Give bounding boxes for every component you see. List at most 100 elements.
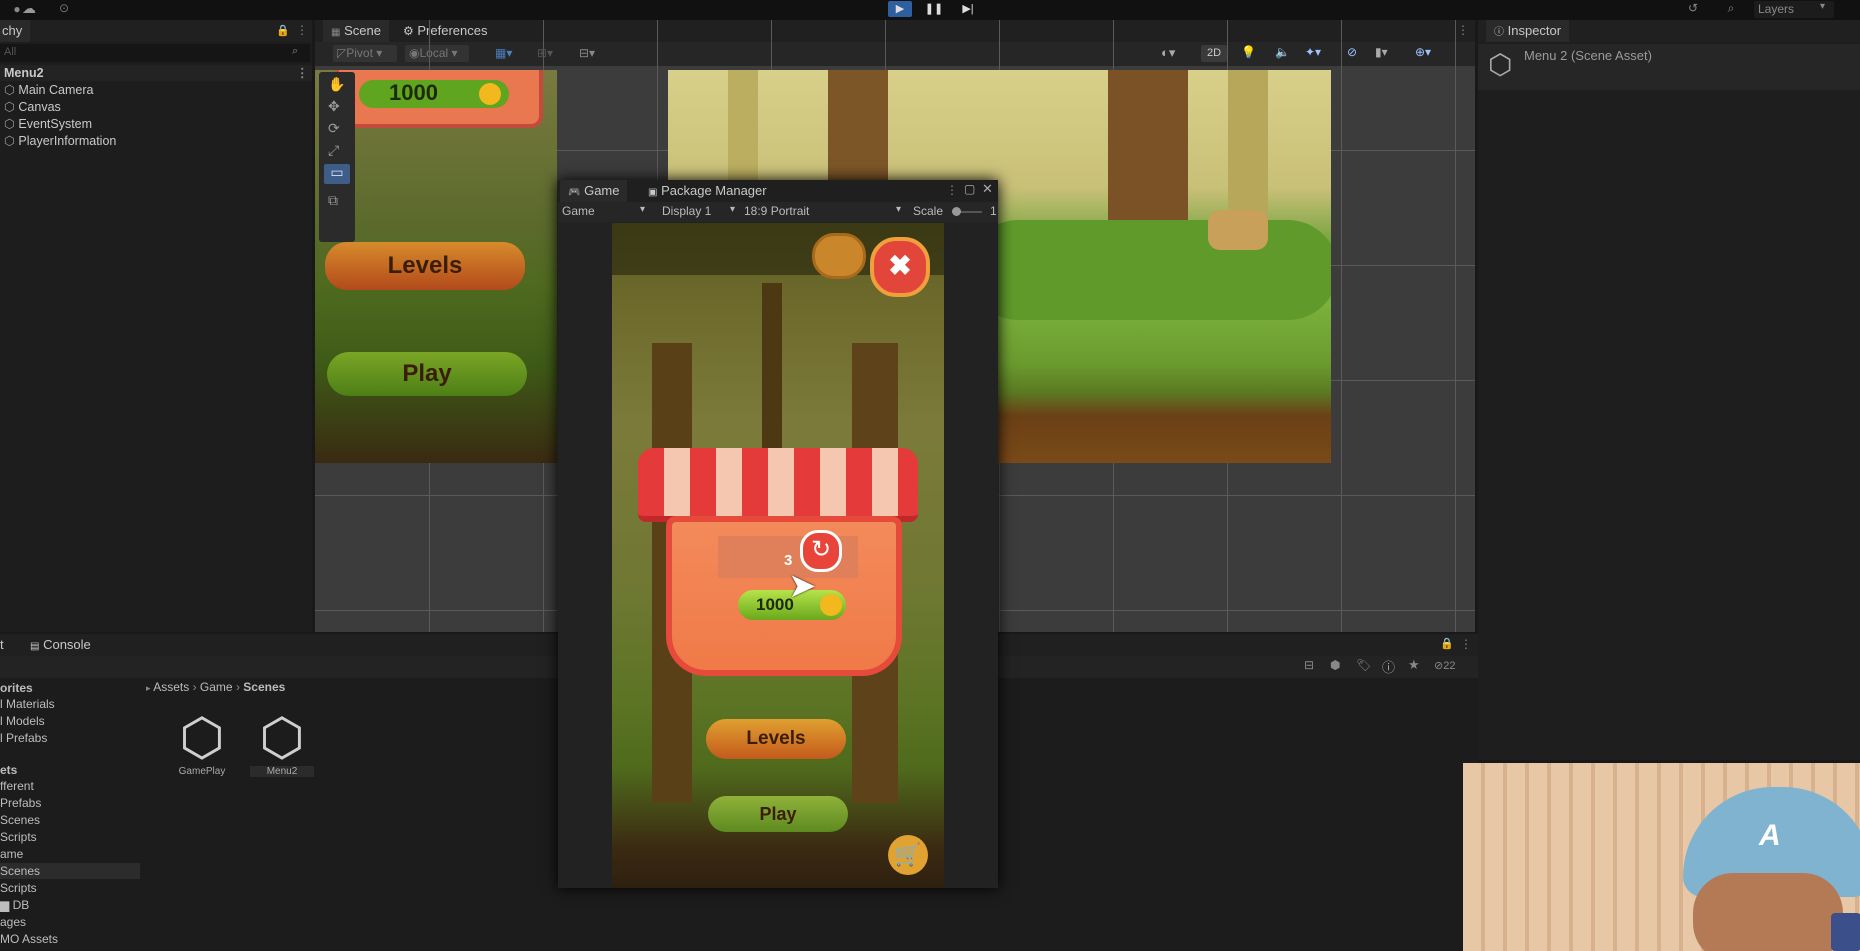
effects-icon[interactable]: ✦▾ (1305, 45, 1321, 59)
breadcrumb-item[interactable]: Scenes (243, 680, 285, 694)
search-by-type-icon[interactable]: ⊟ (1304, 658, 1314, 672)
more-icon[interactable]: ⋮ (296, 23, 308, 37)
levels-button[interactable]: Levels (706, 719, 846, 759)
tree-item[interactable]: l Models (0, 713, 45, 729)
scene-play-button[interactable]: Play (327, 352, 527, 396)
close-button-icon[interactable]: ✖ (870, 237, 930, 297)
grid-snap-icon[interactable]: ▦▾ (495, 46, 512, 60)
tab-game[interactable]: 🎮 Game (560, 180, 628, 202)
tree-item-assets[interactable]: ets (0, 762, 17, 778)
scale-slider[interactable] (952, 207, 982, 216)
tab-scene-label: Scene (344, 23, 381, 38)
chevron-down-icon: ▾ (640, 204, 646, 215)
breadcrumb-item[interactable]: Assets (153, 680, 189, 694)
search-icon[interactable]: ⌕ (1722, 1, 1740, 16)
game-view[interactable]: ✖ 3 ↻ 1000 ➤ Levels Play 🛒 (612, 223, 944, 888)
tab-preferences[interactable]: ⚙ Preferences (395, 20, 495, 42)
tree-item[interactable]: Prefabs (0, 795, 41, 811)
tree-item[interactable]: ame (0, 846, 23, 862)
move-tool-icon[interactable]: ✥ (328, 98, 340, 115)
scale-tool-icon[interactable]: ⤢ (328, 142, 339, 159)
tree-item[interactable]: l Materials (0, 696, 55, 712)
hierarchy-search[interactable]: All ⌕ (0, 44, 310, 62)
tab-hierarchy[interactable]: chy (0, 20, 31, 42)
tab-inspector[interactable]: ⓘ Inspector (1486, 20, 1570, 42)
pivot-dropdown[interactable]: ◸Pivot ▾ (333, 45, 397, 62)
step-button[interactable]: ▶| (956, 1, 980, 17)
asset-item-menu2[interactable]: ⬡ Menu2 (250, 710, 314, 790)
transform-tool-icon[interactable]: ⧉ (328, 192, 338, 209)
rect-tool-icon[interactable]: ▭ (324, 164, 350, 184)
refresh-button-icon[interactable] (812, 233, 866, 279)
layers-dropdown[interactable]: Layers ▾ (1754, 1, 1834, 18)
star-icon[interactable]: ★ (1408, 657, 1420, 673)
tree-item-favorites[interactable]: orites (0, 680, 33, 696)
more-icon[interactable]: ⋮ (946, 183, 958, 197)
tag-icon[interactable]: 🏷 (1356, 658, 1371, 672)
tree-item-selected[interactable]: Scenes (0, 863, 140, 879)
search-input[interactable]: All (4, 46, 16, 58)
pause-button[interactable]: ❚❚ (922, 1, 946, 17)
tab-package-manager[interactable]: ▣ Package Manager (640, 180, 775, 202)
hidden-count[interactable]: ⊘22 (1434, 659, 1455, 672)
more-icon[interactable]: ⋮ (296, 65, 309, 81)
play-button[interactable]: ▶ (888, 1, 912, 17)
info-icon[interactable]: ⓘ (1382, 657, 1395, 676)
mode-2d-button[interactable]: 2D (1201, 45, 1227, 62)
history-icon[interactable]: ↺ (1684, 1, 1702, 15)
tab-game-label: Game (584, 183, 620, 198)
scene-visibility-icon[interactable]: ⊘ (1347, 45, 1357, 59)
rotate-tool-icon[interactable]: ⟳ (328, 120, 340, 137)
scene-levels-button[interactable]: Levels (325, 242, 525, 290)
tree-item[interactable]: ages (0, 914, 26, 930)
shop-cart-icon[interactable]: 🛒 (888, 835, 928, 875)
maximize-icon[interactable]: ▢ (964, 182, 975, 196)
tree-item[interactable]: Scenes (0, 812, 40, 828)
tree-item[interactable]: Scripts (0, 829, 37, 845)
tab-scene[interactable]: ▦ Scene (323, 20, 389, 42)
hierarchy-item-main-camera[interactable]: ⬡ Main Camera (4, 82, 93, 98)
breadcrumb-item[interactable]: Game (200, 680, 233, 694)
tree-item[interactable]: MO Assets (0, 931, 58, 947)
tab-console-label: Console (43, 637, 91, 652)
gameobject-icon: ⬡ (4, 134, 15, 148)
search-by-label-icon[interactable]: ⬢ (1330, 658, 1340, 672)
play-button-game[interactable]: Play (708, 796, 848, 832)
display-dropdown[interactable]: Display 1 ▾ (662, 204, 740, 218)
gameobject-icon: ⬡ (4, 117, 15, 131)
aspect-dropdown[interactable]: 18:9 Portrait ▾ (744, 204, 904, 218)
grid-visibility-icon[interactable]: ⊟▾ (579, 46, 595, 60)
camera-icon[interactable]: ▮▾ (1375, 45, 1388, 59)
audio-icon[interactable]: 🔈 (1275, 45, 1290, 59)
cloud-icon[interactable]: ☁ (20, 0, 38, 18)
collab-icon[interactable]: ⊙ (56, 1, 72, 17)
tree-item[interactable]: fferent (0, 778, 34, 794)
hierarchy-item-eventsystem[interactable]: ⬡ EventSystem (4, 116, 92, 132)
close-icon[interactable]: ✕ (982, 181, 993, 197)
hierarchy-item-playerinformation[interactable]: ⬡ PlayerInformation (4, 133, 116, 149)
lock-icon[interactable]: 🔒 (276, 24, 290, 37)
tree-item[interactable]: Scripts (0, 880, 37, 896)
draw-mode-icon[interactable]: ◐▾ (1161, 45, 1175, 61)
hierarchy-scene-row[interactable]: Menu2 ⋮ (0, 65, 312, 81)
gamepad-icon: 🎮 (568, 187, 581, 198)
tree-item[interactable]: ▆ DB (0, 897, 29, 913)
hand-tool-icon[interactable]: ✋ (328, 76, 345, 93)
chevron-down-icon: ▾ (896, 204, 902, 215)
more-icon[interactable]: ⋮ (1457, 23, 1469, 37)
local-dropdown[interactable]: ◉Local ▾ (405, 45, 469, 62)
asset-item-gameplay[interactable]: ⬡ GamePlay (170, 710, 234, 790)
lock-icon[interactable]: 🔒 (1440, 637, 1454, 650)
game-mode-dropdown[interactable]: Game ▾ (562, 204, 646, 218)
hierarchy-item-canvas[interactable]: ⬡ Canvas (4, 99, 61, 115)
gizmos-icon[interactable]: ⊕▾ (1415, 45, 1431, 59)
tab-project[interactable]: t (0, 634, 12, 656)
lighting-icon[interactable]: 💡 (1241, 45, 1256, 59)
more-icon[interactable]: ⋮ (1460, 637, 1472, 651)
tree-item[interactable]: l Prefabs (0, 730, 47, 746)
scene-tools: ✋ ✥ ⟳ ⤢ ▭ ⧉ (319, 72, 355, 242)
snap-increment-icon[interactable]: ⊞▾ (537, 46, 553, 60)
tab-console[interactable]: ▤ Console (22, 634, 99, 656)
slider-handle[interactable] (952, 207, 961, 216)
search-filter-icon[interactable]: ⌕ (292, 45, 298, 58)
